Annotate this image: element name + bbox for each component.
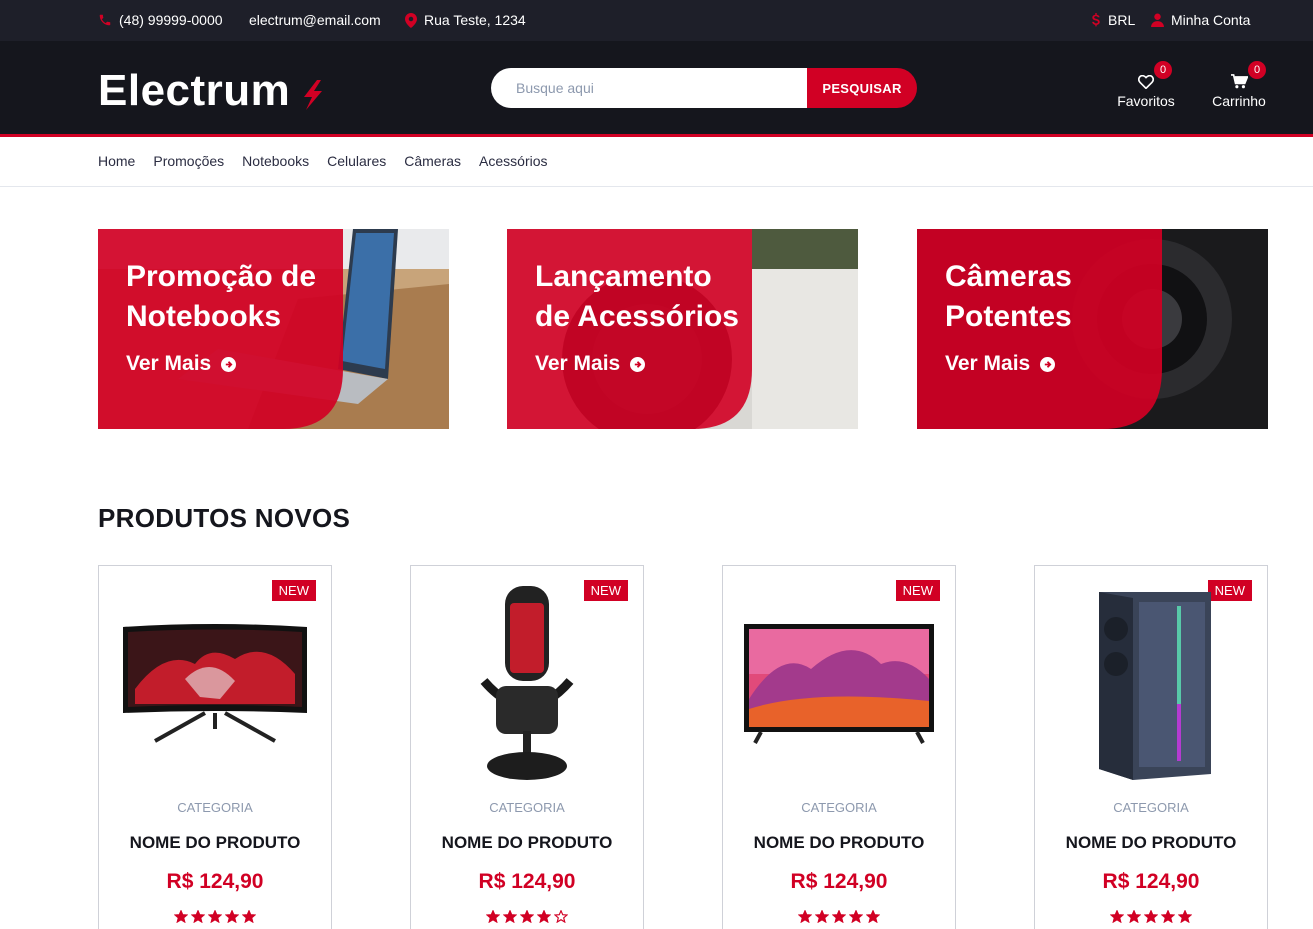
star-filled-icon [1127,910,1141,923]
cart-label: Carrinho [1212,93,1266,109]
banner-link-text: Ver Mais [535,352,621,375]
section-title: PRODUTOS NOVOS [98,503,351,533]
dollar-icon [1092,12,1100,26]
nav-item-notebooks[interactable]: Notebooks [242,153,309,169]
banner-link-text: Ver Mais [945,352,1031,375]
star-filled-icon [832,910,846,923]
product-price: R$ 124,90 [166,870,264,893]
main-header: Electrum PESQUISAR 0 Favoritos 0 Carrinh… [0,41,1313,137]
cart-count-badge: 0 [1248,61,1266,79]
product-card[interactable]: NEW CATEGORIA NOME DO PRODUTO R$ 124,90 [1034,565,1268,929]
star-filled-icon [866,910,880,923]
star-filled-icon [1161,910,1175,923]
star-filled-icon [208,910,222,923]
star-filled-icon [798,910,812,923]
heart-icon [1138,75,1154,89]
product-rating [411,910,643,923]
favorites-label: Favoritos [1117,93,1175,109]
star-filled-icon [1110,910,1124,923]
currency-selector[interactable]: BRL [1091,12,1135,28]
lightning-bolt-icon [304,80,323,110]
phone-icon [99,14,111,26]
banner-link-text: Ver Mais [126,352,212,375]
banner-acessorios[interactable]: Lançamento de Acessórios Ver Mais [507,229,858,429]
star-filled-icon [815,910,829,923]
product-category: CATEGORIA [1113,800,1189,815]
banner-link[interactable]: Ver Mais [126,352,237,376]
product-price: R$ 124,90 [790,870,888,893]
star-filled-icon [503,910,517,923]
search-button[interactable]: PESQUISAR [807,68,917,108]
product-card[interactable]: NEW CATEGORIA NOME DO PRODUTO R$ 124,90 [722,565,956,929]
favorites-link[interactable]: 0 Favoritos [1114,61,1178,109]
top-bar: (48) 99999-0000 electrum@email.com Rua T… [0,0,1313,41]
main-navigation: Home Promoções Notebooks Celulares Câmer… [0,137,1313,187]
address-contact[interactable]: Rua Teste, 1234 [405,12,526,28]
cart-link[interactable]: 0 Carrinho [1208,61,1270,109]
star-filled-icon [537,910,551,923]
shopping-cart-icon [1230,74,1248,89]
star-filled-icon [849,910,863,923]
banner-notebooks[interactable]: Promoção de Notebooks Ver Mais [98,229,449,429]
product-rating [723,910,955,923]
product-name[interactable]: NOME DO PRODUTO [723,833,955,853]
star-empty-icon [554,910,568,923]
nav-item-home[interactable]: Home [98,153,135,169]
nav-item-cameras[interactable]: Câmeras [404,153,461,169]
phone-contact[interactable]: (48) 99999-0000 [98,12,223,28]
product-name[interactable]: NOME DO PRODUTO [411,833,643,853]
arrow-circle-icon [1040,356,1056,372]
banner-title: Promoção de Notebooks [126,260,317,333]
product-card[interactable]: NEW CATEGORIA NOME DO PRODUTO R$ 124,90 [98,565,332,929]
arrow-circle-icon [630,356,646,372]
microphone-icon [480,586,574,780]
star-filled-icon [486,910,500,923]
address-text: Rua Teste, 1234 [424,12,526,28]
star-filled-icon [520,910,534,923]
map-pin-icon [405,12,417,28]
curved-monitor-icon [123,623,307,743]
banner-link[interactable]: Ver Mais [535,352,646,376]
product-name[interactable]: NOME DO PRODUTO [1035,833,1267,853]
logo[interactable]: Electrum [98,65,326,117]
product-category: CATEGORIA [489,800,565,815]
star-filled-icon [1144,910,1158,923]
star-filled-icon [1178,910,1192,923]
phone-text: (48) 99999-0000 [119,12,223,28]
banner-link[interactable]: Ver Mais [945,352,1056,376]
nav-item-acessorios[interactable]: Acessórios [479,153,547,169]
user-icon [1151,13,1164,27]
currency-text: BRL [1108,12,1136,28]
pc-case-icon [1099,591,1211,780]
product-name[interactable]: NOME DO PRODUTO [99,833,331,853]
product-category: CATEGORIA [177,800,253,815]
star-filled-icon [242,910,256,923]
nav-item-celulares[interactable]: Celulares [327,153,386,169]
search-input[interactable] [491,68,807,108]
banner-title: Câmeras Potentes [945,260,1072,333]
account-text: Minha Conta [1171,12,1251,28]
television-icon [744,623,934,744]
product-rating [99,910,331,923]
product-rating [1035,910,1267,923]
account-link[interactable]: Minha Conta [1151,12,1250,28]
product-price: R$ 124,90 [478,870,576,893]
star-filled-icon [225,910,239,923]
product-category: CATEGORIA [801,800,877,815]
nav-item-promocoes[interactable]: Promoções [153,153,224,169]
banner-title: Lançamento de Acessórios [535,260,739,333]
favorites-count-badge: 0 [1154,61,1172,79]
product-card[interactable]: NEW CATEGORIA NOME DO PRODUTO R$ 124,90 [410,565,644,929]
logo-text: Electrum [98,66,291,115]
star-filled-icon [191,910,205,923]
banner-cameras[interactable]: Câmeras Potentes Ver Mais [917,229,1268,429]
email-text: electrum@email.com [249,12,381,28]
search-form: PESQUISAR [491,68,917,108]
email-contact[interactable]: electrum@email.com [249,12,381,28]
product-price: R$ 124,90 [1102,870,1200,893]
arrow-circle-icon [221,356,237,372]
star-filled-icon [174,910,188,923]
